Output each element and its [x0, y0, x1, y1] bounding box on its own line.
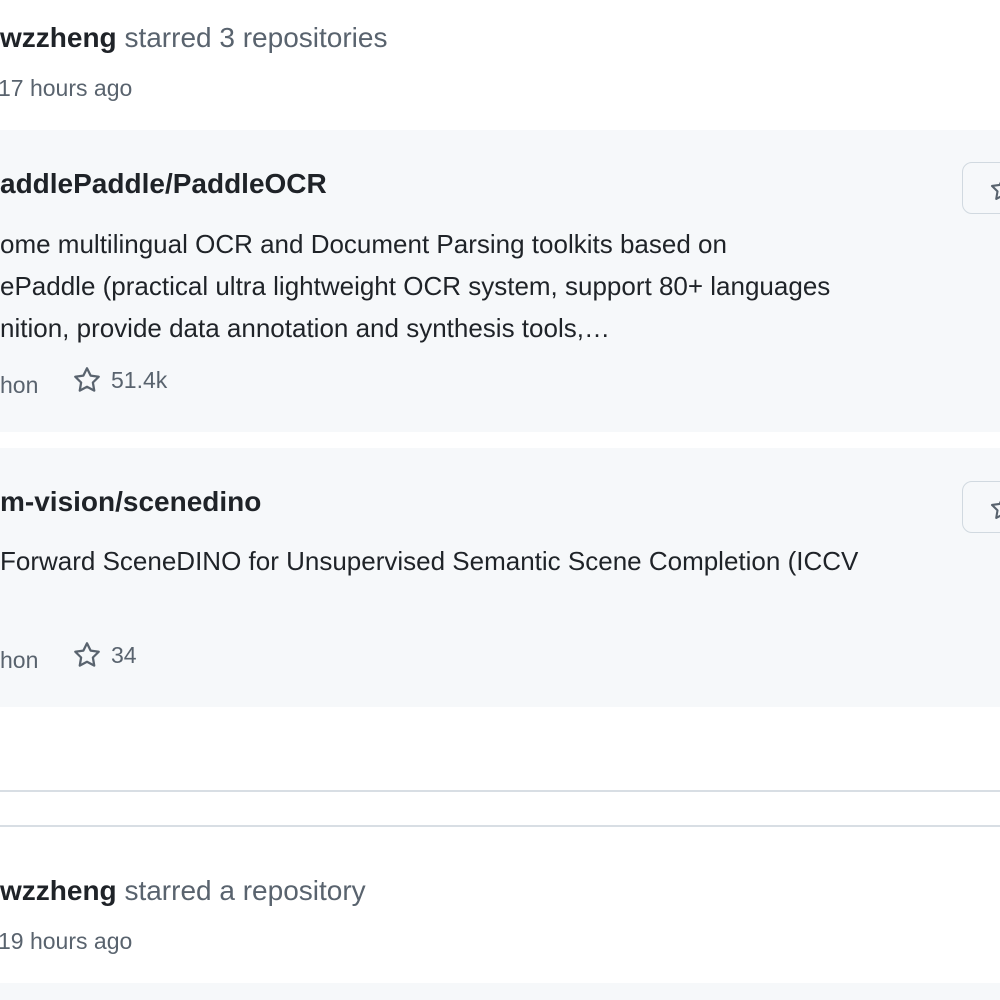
repo-description: Forward SceneDINO for Unsupervised Seman… [0, 546, 859, 576]
event-header: wzzheng starred a repository [0, 877, 366, 905]
star-count-group[interactable]: 34 [72, 640, 137, 670]
star-button[interactable] [962, 162, 1000, 214]
star-count-group[interactable]: 51.4k [72, 365, 167, 395]
repo-language: hon [0, 646, 39, 673]
repo-description: ome multilingual OCR and Document Parsin… [0, 229, 831, 343]
star-icon [74, 367, 100, 392]
repo-meta: hon [0, 372, 38, 398]
star-count: 34 [111, 641, 137, 668]
star-icon [74, 642, 100, 667]
repo-language: hon [0, 371, 39, 398]
event-action: starred 3 repositories [124, 22, 388, 53]
repo-meta: hon [0, 647, 38, 673]
star-icon [990, 500, 1000, 519]
repo-card: m-vision/scenedino Forward SceneDINO for… [0, 448, 1000, 707]
event-action: starred a repository [124, 875, 366, 906]
event-timestamp: 19 hours ago [0, 928, 133, 954]
event-timestamp: 17 hours ago [0, 75, 133, 101]
star-count: 51.4k [111, 366, 168, 393]
repo-name-link[interactable]: m-vision/scenedino [0, 488, 261, 516]
activity-feed: wzzheng starred 3 repositories 17 hours … [0, 0, 1000, 1000]
repo-card: addlePaddle/PaddleOCR ome multilingual O… [0, 130, 1000, 432]
star-icon [990, 181, 1000, 200]
repo-name-link[interactable]: addlePaddle/PaddleOCR [0, 170, 327, 198]
actor-link[interactable]: wzzheng [0, 875, 117, 906]
star-button[interactable] [962, 481, 1000, 533]
actor-link[interactable]: wzzheng [0, 22, 117, 53]
repo-card [0, 983, 1000, 1000]
event-header: wzzheng starred 3 repositories [0, 24, 387, 52]
feed-divider [0, 790, 1000, 792]
feed-divider [0, 825, 1000, 827]
